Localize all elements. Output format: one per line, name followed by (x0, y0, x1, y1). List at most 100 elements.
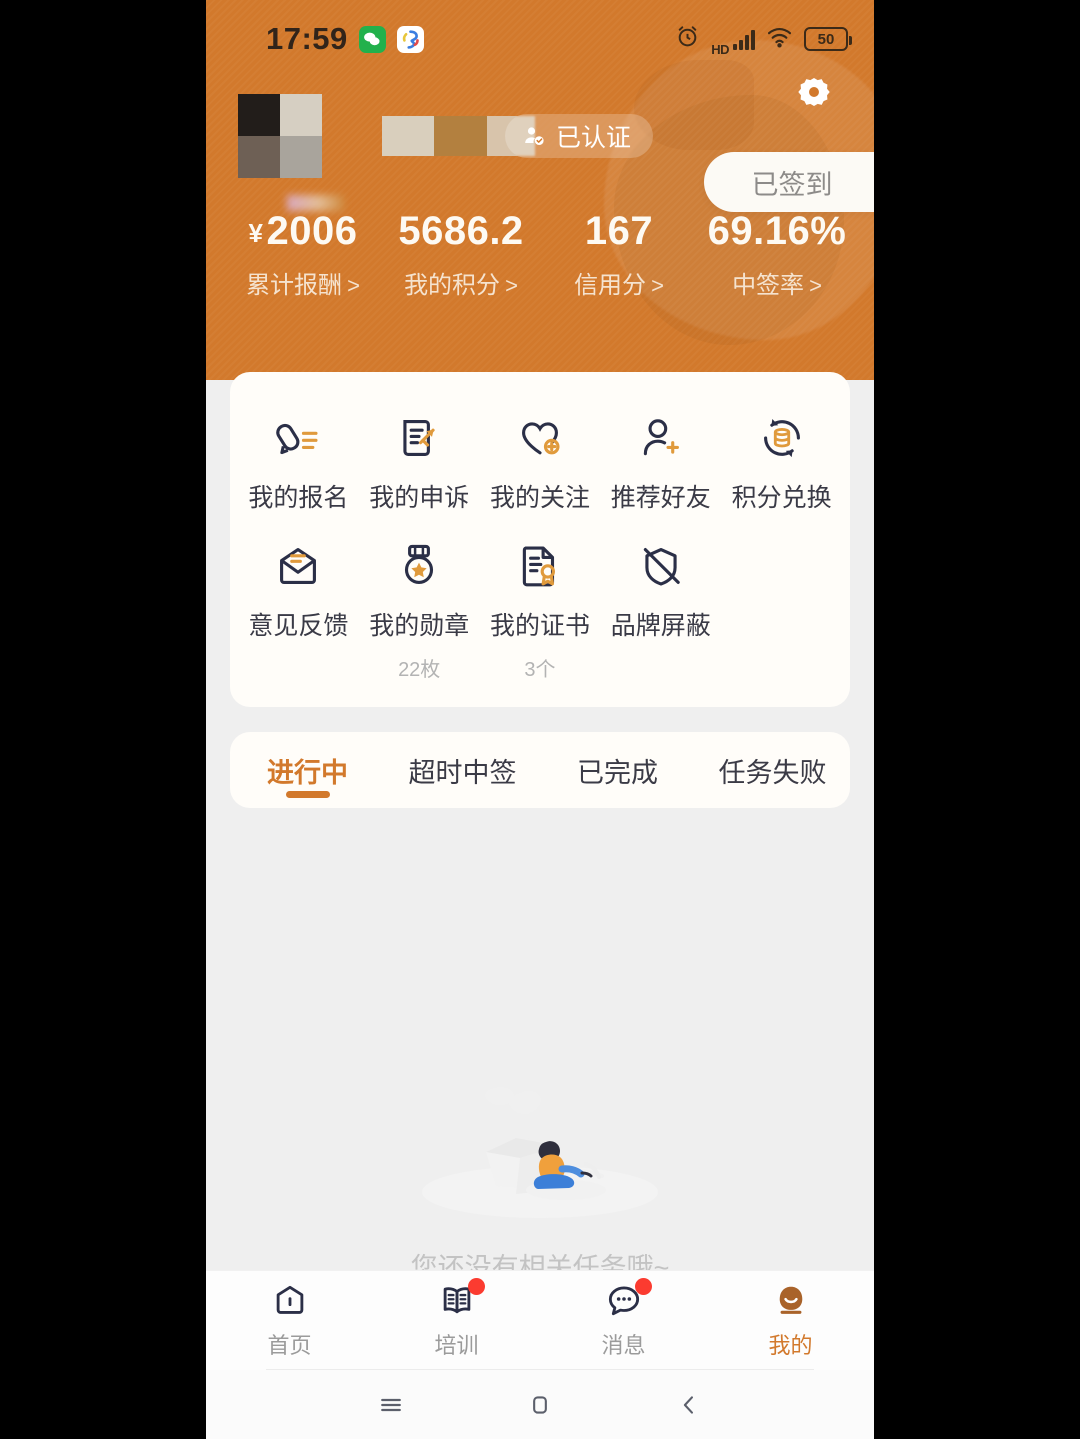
chevron-right-icon: > (505, 273, 518, 298)
menu-item-my-medals[interactable]: 我的勋章 22枚 (359, 528, 480, 689)
status-time: 17:59 (266, 21, 348, 56)
menu-item-label: 我的报名 (248, 484, 349, 512)
currency-symbol: ¥ (248, 218, 264, 248)
tab-label: 进行中 (267, 757, 348, 788)
heart-plus-icon (512, 410, 568, 466)
tab-completed[interactable]: 已完成 (540, 732, 695, 808)
notification-badge (467, 1278, 485, 1295)
stat-item-reward[interactable]: ¥2006 累计报酬 > (224, 195, 382, 300)
home-square-icon[interactable] (510, 1380, 570, 1430)
battery-level: 50 (817, 30, 835, 48)
chevron-right-icon: > (809, 273, 822, 298)
tab-label: 超时中签 (408, 757, 517, 788)
menu-item-brand-block[interactable]: 品牌屏蔽 (600, 528, 721, 689)
checkin-button[interactable]: 已签到 (704, 152, 874, 212)
nav-item-home[interactable]: 首页 (206, 1281, 373, 1360)
stat-value: ¥2006 (224, 195, 382, 252)
stat-item-credit[interactable]: 167 信用分 > (540, 210, 698, 300)
menu-item-label: 意见反馈 (248, 612, 349, 640)
nav-label: 首页 (267, 1333, 312, 1358)
notification-badge (634, 1278, 652, 1295)
nav-label: 培训 (434, 1333, 479, 1358)
medal-star-icon (391, 538, 447, 594)
person-sitting-by-open-box-illustration (390, 1040, 690, 1230)
envelope-feedback-icon (270, 538, 326, 594)
menu-item-feedback[interactable]: 意见反馈 (238, 528, 359, 689)
menu-item-recommend-friends[interactable]: 推荐好友 (600, 400, 721, 528)
menu-row-2: 意见反馈 我的勋章 22枚 我的证书 3个 品牌屏蔽 (238, 528, 842, 689)
phone-viewport: 17:59 HD 50 已认证 已签到 ¥2006 累计报酬 > 5686.2 … (206, 0, 874, 1439)
credit-value: 167 (584, 209, 654, 253)
nav-item-training[interactable]: 培训 (373, 1278, 540, 1360)
certificate-icon (512, 538, 568, 594)
stat-label-row: 累计报酬 > (224, 265, 382, 300)
stat-item-winrate[interactable]: 69.16% 中签率 > (698, 210, 856, 300)
profile-avatar-icon (770, 1281, 812, 1321)
recents-menu-icon[interactable] (361, 1380, 421, 1430)
menu-item-points-exchange[interactable]: 积分兑换 (721, 400, 842, 528)
signal-bars-icon (733, 28, 755, 50)
person-plus-icon (633, 410, 689, 466)
menu-item-my-registration[interactable]: 我的报名 (238, 400, 359, 528)
tab-label: 任务失败 (718, 757, 827, 788)
task-tabs: 进行中 超时中签 已完成 任务失败 (230, 732, 850, 808)
chevron-right-icon: > (651, 273, 664, 298)
winrate-value: 69.16% (707, 209, 847, 253)
back-chevron-icon[interactable] (659, 1380, 719, 1430)
avatar[interactable] (238, 94, 322, 178)
nav-item-mine[interactable]: 我的 (707, 1281, 874, 1360)
menu-item-label: 我的证书 (489, 612, 590, 640)
nav-label: 消息 (601, 1333, 646, 1358)
menu-item-sub: 22枚 (398, 659, 441, 681)
verified-label: 已认证 (556, 124, 632, 152)
menu-item-my-certificates[interactable]: 我的证书 3个 (480, 528, 601, 689)
stat-label: 中签率 (732, 272, 805, 299)
stat-label-row: 我的积分 > (382, 265, 540, 300)
stat-label: 信用分 (574, 272, 647, 299)
bottom-navigation: 首页 培训 消息 我的 (206, 1270, 874, 1370)
stat-label-row: 中签率 > (698, 265, 856, 300)
menu-item-label: 推荐好友 (610, 484, 711, 512)
multi-color-app-icon (396, 25, 424, 53)
stats-row: ¥2006 累计报酬 > 5686.2 我的积分 > 167 信用分 > 69.… (206, 195, 874, 300)
stat-item-points[interactable]: 5686.2 我的积分 > (382, 210, 540, 300)
menu-row-1: 我的报名 我的申诉 我的关注 推荐好友 积分兑换 (238, 400, 842, 528)
username-area: 已认证 (382, 113, 654, 159)
nav-item-messages[interactable]: 消息 (540, 1278, 707, 1360)
tab-in-progress[interactable]: 进行中 (230, 732, 385, 808)
pencil-lines-icon (270, 410, 326, 466)
wifi-icon (766, 26, 793, 53)
tab-failed[interactable]: 任务失败 (695, 732, 850, 808)
active-tab-indicator (285, 791, 330, 798)
screen-root: 17:59 HD 50 已认证 已签到 ¥2006 累计报酬 > 5686.2 … (0, 0, 1080, 1439)
profile-header: 17:59 HD 50 已认证 已签到 ¥2006 累计报酬 > 5686.2 … (206, 0, 874, 380)
reward-blur-strip (287, 195, 344, 211)
tab-overtime-won[interactable]: 超时中签 (385, 732, 540, 808)
home-icon (269, 1281, 311, 1321)
stat-label-row: 信用分 > (540, 265, 698, 300)
status-badge: 已认证 (505, 114, 654, 158)
shield-block-icon (633, 538, 689, 594)
empty-state: 您还没有相关任务哦~ (206, 1040, 874, 1285)
menu-item-placeholder (721, 528, 842, 689)
gear-icon (791, 73, 837, 124)
tab-label: 已完成 (577, 757, 658, 788)
document-appeal-icon (391, 410, 447, 466)
alarm-clock-icon (675, 24, 700, 54)
menu-item-my-appeal[interactable]: 我的申诉 (359, 400, 480, 528)
chat-bubble-icon (603, 1278, 652, 1321)
battery-indicator: 50 (804, 27, 852, 51)
stat-label: 累计报酬 (246, 272, 343, 299)
status-bar: 17:59 HD 50 (206, 0, 874, 78)
menu-item-label: 品牌屏蔽 (610, 612, 711, 640)
menu-card: 我的报名 我的申诉 我的关注 推荐好友 积分兑换 意见反馈 我的勋章 22枚 我… (230, 372, 850, 707)
status-bar-left: 17:59 (206, 21, 424, 57)
coins-exchange-icon (754, 410, 810, 466)
book-icon (436, 1278, 485, 1321)
settings-button[interactable] (788, 72, 840, 124)
checkin-label: 已签到 (751, 169, 833, 200)
android-navigation-bar (206, 1370, 874, 1439)
menu-item-sub: 3个 (524, 659, 556, 681)
menu-item-my-follows[interactable]: 我的关注 (480, 400, 601, 528)
nav-label: 我的 (768, 1333, 813, 1358)
